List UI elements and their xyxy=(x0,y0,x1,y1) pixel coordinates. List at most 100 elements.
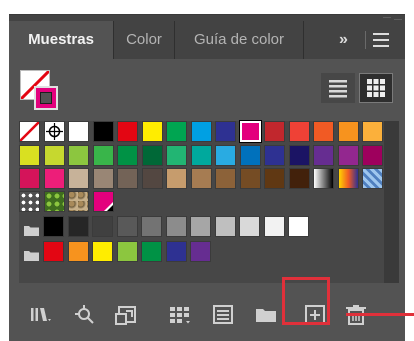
color-swatch[interactable] xyxy=(92,241,113,262)
color-swatch[interactable] xyxy=(19,145,40,166)
color-swatch[interactable] xyxy=(117,168,138,189)
color-swatch[interactable] xyxy=(92,168,114,189)
color-swatch[interactable] xyxy=(116,216,138,237)
color-swatch[interactable] xyxy=(264,168,285,189)
menu-icon[interactable] xyxy=(373,33,389,47)
color-swatch[interactable] xyxy=(43,168,65,189)
color-swatch[interactable] xyxy=(92,191,114,212)
color-swatch[interactable] xyxy=(92,121,114,142)
color-swatch[interactable] xyxy=(67,241,89,262)
color-swatch[interactable] xyxy=(215,145,236,166)
color-swatch[interactable] xyxy=(141,241,162,262)
color-swatch[interactable] xyxy=(68,121,89,142)
color-swatch[interactable] xyxy=(190,121,212,142)
tab-color[interactable]: Color xyxy=(114,21,174,59)
color-swatch[interactable] xyxy=(43,191,65,212)
tab-divider xyxy=(303,21,304,59)
color-swatch[interactable] xyxy=(313,168,334,189)
swatch-group-folder-icon[interactable] xyxy=(24,223,39,236)
color-swatch[interactable] xyxy=(19,121,40,142)
registration-icon xyxy=(45,123,63,140)
color-swatch[interactable] xyxy=(68,168,89,189)
color-swatch[interactable] xyxy=(19,191,40,212)
color-swatch[interactable] xyxy=(313,121,334,142)
color-swatch[interactable] xyxy=(165,216,187,237)
swatches-panel: Muestras Color Guía de color » xyxy=(9,14,405,341)
color-swatch[interactable] xyxy=(362,121,383,142)
panel-bottom-toolbar xyxy=(9,295,405,341)
color-swatch[interactable] xyxy=(141,121,163,142)
tab-muestras[interactable]: Muestras xyxy=(9,21,113,59)
overflow-icon[interactable]: » xyxy=(339,21,348,59)
color-swatch[interactable] xyxy=(313,145,334,166)
color-swatch[interactable] xyxy=(166,145,187,166)
color-swatch[interactable] xyxy=(239,145,261,166)
color-swatch[interactable] xyxy=(239,216,260,237)
fill-stroke-indicator[interactable] xyxy=(20,70,60,112)
annotation-arrow-line xyxy=(346,313,414,316)
color-swatch[interactable] xyxy=(214,216,236,237)
color-swatch[interactable] xyxy=(215,168,236,189)
color-swatch[interactable] xyxy=(288,121,310,142)
list-view-button[interactable] xyxy=(321,73,355,103)
color-swatch[interactable] xyxy=(19,168,40,189)
color-swatch[interactable] xyxy=(362,145,383,166)
swatch-group-folder-icon[interactable] xyxy=(24,248,39,261)
color-swatch[interactable] xyxy=(117,145,138,166)
swatch-options-icon[interactable] xyxy=(166,302,194,328)
color-swatch[interactable] xyxy=(67,216,89,237)
color-swatch[interactable] xyxy=(362,168,383,189)
new-swatch-highlight xyxy=(282,277,330,325)
color-swatch[interactable] xyxy=(68,145,89,166)
color-swatch[interactable] xyxy=(141,145,163,166)
color-swatch[interactable] xyxy=(43,145,65,166)
color-swatch[interactable] xyxy=(92,216,113,237)
place-swatches-icon[interactable] xyxy=(113,302,141,328)
color-swatch[interactable] xyxy=(43,121,65,142)
swatch-kind-icon[interactable] xyxy=(71,302,99,328)
color-swatch[interactable] xyxy=(166,168,187,189)
color-swatch[interactable] xyxy=(239,168,261,189)
color-swatch[interactable] xyxy=(337,121,359,142)
color-swatch[interactable] xyxy=(141,216,162,237)
collapse-grip-2[interactable] xyxy=(394,19,402,20)
color-swatch[interactable] xyxy=(43,241,64,262)
color-swatch[interactable] xyxy=(264,121,285,142)
global-swatch-corner-icon xyxy=(103,202,113,211)
color-swatch[interactable] xyxy=(288,216,309,237)
color-swatch[interactable] xyxy=(141,168,163,189)
color-swatch[interactable] xyxy=(337,168,359,189)
color-swatch[interactable] xyxy=(337,145,359,166)
color-swatch[interactable] xyxy=(165,241,187,262)
tab-bar: Muestras Color Guía de color » xyxy=(9,21,405,59)
new-color-group-icon[interactable] xyxy=(252,302,280,328)
color-swatch[interactable] xyxy=(215,121,236,142)
color-swatch[interactable] xyxy=(92,145,114,166)
list-view-icon xyxy=(329,80,347,98)
color-swatch[interactable] xyxy=(166,121,187,142)
grid-view-icon xyxy=(367,79,385,97)
color-swatch[interactable] xyxy=(288,145,310,166)
swatch-grid xyxy=(19,120,399,283)
color-swatch[interactable] xyxy=(190,145,212,166)
color-swatch[interactable] xyxy=(190,241,211,262)
color-swatch[interactable] xyxy=(117,121,138,142)
stroke-swatch[interactable] xyxy=(34,86,58,110)
color-swatch[interactable] xyxy=(43,216,64,237)
swatch-scrollbar[interactable] xyxy=(384,121,399,283)
color-swatch[interactable] xyxy=(190,216,211,237)
color-swatch[interactable] xyxy=(263,216,285,237)
collapse-grip[interactable] xyxy=(383,17,391,18)
grid-view-button[interactable] xyxy=(359,73,393,103)
color-swatch[interactable] xyxy=(288,168,310,189)
tab-divider xyxy=(365,31,366,49)
none-swatch-icon xyxy=(19,121,40,142)
color-swatch[interactable] xyxy=(68,191,89,212)
color-swatch[interactable] xyxy=(264,145,285,166)
color-swatch[interactable] xyxy=(190,168,212,189)
tab-guia-de-color[interactable]: Guía de color xyxy=(175,21,303,59)
libraries-icon[interactable] xyxy=(26,302,54,328)
color-swatch[interactable] xyxy=(116,241,138,262)
color-group-icon[interactable] xyxy=(209,302,237,328)
color-swatch[interactable] xyxy=(238,120,262,143)
